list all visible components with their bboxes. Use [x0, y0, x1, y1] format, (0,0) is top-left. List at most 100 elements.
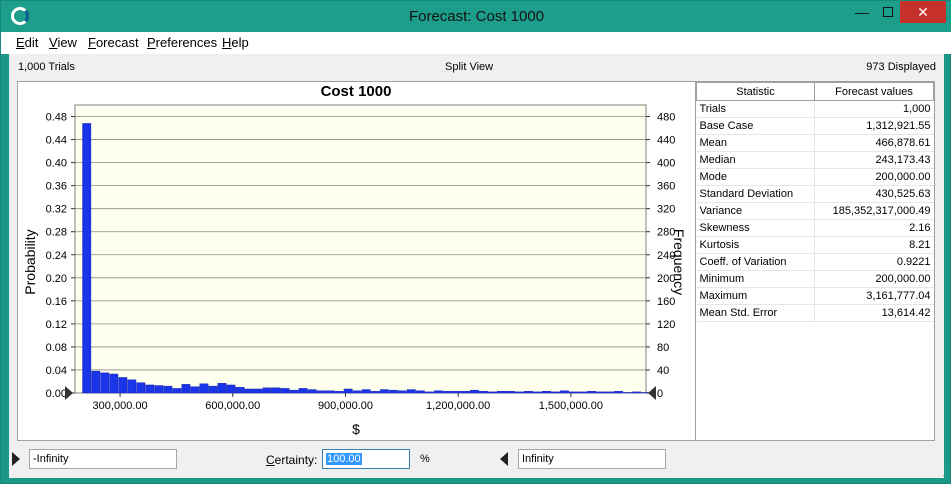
title-bar[interactable]: Forecast: Cost 1000 — ✕	[1, 1, 951, 32]
histogram-bar[interactable]	[100, 372, 110, 394]
histogram-bar[interactable]	[136, 382, 146, 394]
histogram-bar[interactable]	[433, 390, 443, 394]
histogram-bar[interactable]	[127, 379, 137, 394]
stat-value: 430,525.63	[814, 185, 934, 203]
stats-row[interactable]: Mean Std. Error 13,614.42	[696, 304, 934, 322]
right-grabber-icon[interactable]	[500, 452, 508, 466]
menu-edit[interactable]: Edit	[16, 35, 38, 50]
histogram-bar[interactable]	[497, 391, 506, 394]
histogram-bar[interactable]	[397, 390, 407, 394]
histogram-bar[interactable]	[244, 388, 254, 394]
histogram-bar[interactable]	[289, 389, 299, 394]
menu-forecast-mnemonic: F	[88, 35, 96, 50]
histogram-bar[interactable]	[181, 384, 191, 394]
stats-row[interactable]: Standard Deviation 430,525.63	[696, 185, 934, 203]
histogram-bar[interactable]	[469, 389, 479, 394]
stats-row[interactable]: Skewness 2.16	[696, 219, 934, 237]
menu-view[interactable]: View	[49, 35, 77, 50]
histogram-bar[interactable]	[424, 391, 434, 394]
histogram-bar[interactable]	[298, 388, 308, 394]
histogram-bar[interactable]	[352, 390, 362, 394]
histogram-bar[interactable]	[172, 388, 182, 394]
histogram-bar[interactable]	[118, 377, 128, 394]
histogram-bar[interactable]	[271, 387, 281, 394]
histogram-bar[interactable]	[379, 389, 389, 394]
stats-row[interactable]: Mean 466,878.61	[696, 134, 934, 152]
histogram-bar[interactable]	[587, 391, 597, 394]
histogram-bar[interactable]	[154, 385, 164, 394]
histogram-bar[interactable]	[506, 391, 515, 394]
histogram-bar[interactable]	[343, 388, 353, 394]
stats-header-values[interactable]: Forecast values	[814, 82, 934, 101]
stats-row[interactable]: Trials 1,000	[696, 100, 934, 118]
histogram-bar[interactable]	[109, 373, 119, 394]
stats-row[interactable]: Median 243,173.43	[696, 151, 934, 169]
y-tick-label: 0.32	[46, 204, 67, 216]
histogram-bar[interactable]	[361, 389, 371, 394]
histogram-bar[interactable]	[551, 391, 560, 394]
histogram-bar[interactable]	[623, 392, 633, 394]
histogram-bar[interactable]	[415, 390, 425, 394]
histogram-bar[interactable]	[163, 385, 173, 394]
certainty-input[interactable]: 100.00	[322, 449, 410, 469]
stats-row[interactable]: Minimum 200,000.00	[696, 270, 934, 288]
histogram-bar[interactable]	[578, 391, 587, 394]
stats-header-statistic[interactable]: Statistic	[696, 82, 815, 101]
histogram-bar[interactable]	[316, 390, 326, 394]
histogram-bar[interactable]	[235, 387, 245, 394]
close-button[interactable]: ✕	[900, 1, 946, 23]
histogram-bar[interactable]	[605, 391, 615, 394]
histogram-bar[interactable]	[325, 390, 335, 394]
stat-name: Variance	[696, 202, 815, 220]
stats-row[interactable]: Coeff. of Variation 0.9221	[696, 253, 934, 271]
histogram-bar[interactable]	[451, 391, 461, 394]
histogram-bar[interactable]	[208, 385, 218, 394]
right-slider-icon[interactable]	[648, 386, 656, 400]
menu-preferences[interactable]: Preferences	[147, 35, 217, 50]
histogram-bar[interactable]	[560, 390, 569, 394]
histogram-bar[interactable]	[370, 391, 380, 394]
histogram-bar[interactable]	[479, 391, 488, 394]
histogram-bar[interactable]	[280, 388, 290, 394]
histogram-bar[interactable]	[542, 391, 551, 394]
histogram-bar[interactable]	[145, 384, 155, 394]
stat-name: Mean Std. Error	[696, 304, 815, 322]
histogram-bar[interactable]	[226, 384, 236, 394]
stats-row[interactable]: Variance 185,352,317,000.49	[696, 202, 934, 220]
left-slider-icon[interactable]	[65, 386, 73, 400]
histogram-bar[interactable]	[190, 386, 200, 394]
stats-row[interactable]: Mode 200,000.00	[696, 168, 934, 186]
histogram-bar[interactable]	[91, 370, 101, 394]
left-bound-input[interactable]	[29, 449, 177, 469]
menu-forecast[interactable]: Forecast	[88, 35, 139, 50]
histogram-bar[interactable]	[533, 391, 542, 394]
stat-name: Kurtosis	[696, 236, 815, 254]
histogram-bar[interactable]	[406, 389, 416, 394]
histogram-bar[interactable]	[515, 391, 524, 394]
resize-grip-icon[interactable]: ⋰	[939, 470, 948, 481]
histogram-bar[interactable]	[199, 383, 209, 394]
histogram-bar[interactable]	[253, 388, 263, 394]
histogram-bar[interactable]	[460, 391, 470, 394]
stats-row[interactable]: Base Case 1,312,921.55	[696, 117, 934, 135]
histogram-bar[interactable]	[82, 123, 92, 394]
displayed-count: 973 Displayed	[866, 61, 936, 73]
left-grabber-icon[interactable]	[12, 452, 20, 466]
stats-row[interactable]: Maximum 3,161,777.04	[696, 287, 934, 305]
histogram-bar[interactable]	[524, 391, 533, 394]
histogram-bar[interactable]	[388, 389, 398, 394]
maximize-button[interactable]	[873, 1, 903, 23]
histogram-bar[interactable]	[217, 383, 227, 394]
histogram-bar[interactable]	[307, 389, 317, 394]
histogram-bar[interactable]	[442, 391, 452, 394]
menu-help[interactable]: Help	[222, 35, 249, 50]
histogram-bar[interactable]	[569, 391, 578, 394]
histogram-bar[interactable]	[488, 391, 497, 394]
histogram-bar[interactable]	[632, 391, 642, 394]
histogram-bar[interactable]	[596, 391, 606, 394]
stats-row[interactable]: Kurtosis 8.21	[696, 236, 934, 254]
histogram-bar[interactable]	[614, 391, 624, 394]
histogram-bar[interactable]	[334, 391, 344, 394]
histogram-bar[interactable]	[262, 387, 272, 394]
right-bound-input[interactable]	[518, 449, 666, 469]
